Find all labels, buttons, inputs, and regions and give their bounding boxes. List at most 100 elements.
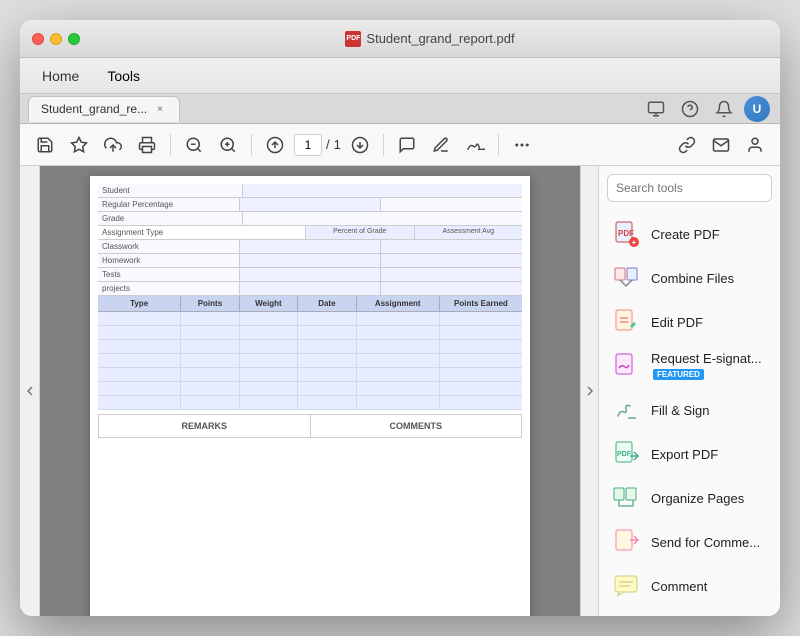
create-pdf-icon: PDF +	[611, 219, 641, 249]
col-points-earned: Points Earned	[440, 296, 522, 311]
comment-button[interactable]	[392, 130, 422, 160]
left-panel-toggle[interactable]	[20, 166, 40, 616]
right-panel-toggle[interactable]	[581, 166, 599, 616]
page-up-button[interactable]	[260, 130, 290, 160]
col-weight: Weight	[240, 296, 298, 311]
tests-label: Tests	[98, 268, 240, 281]
toolbar: / 1	[20, 124, 780, 166]
print-button[interactable]	[132, 130, 162, 160]
homework-label: Homework	[98, 254, 240, 267]
regular-pct-label: Regular Percentage	[98, 198, 240, 211]
fill-sign-label: Fill & Sign	[651, 403, 710, 418]
remarks-label: REMARKS	[99, 415, 311, 437]
link-button[interactable]	[672, 130, 702, 160]
user-button[interactable]	[740, 130, 770, 160]
pdf-homework-row: Homework	[98, 254, 522, 268]
nav-tools[interactable]: Tools	[93, 58, 154, 93]
tool-edit-pdf[interactable]: Edit PDF	[599, 300, 780, 344]
maximize-button[interactable]	[68, 33, 80, 45]
titlebar: PDF Student_grand_report.pdf	[20, 20, 780, 58]
fill-sign-icon	[611, 395, 641, 425]
tool-send-comment[interactable]: Send for Comme...	[599, 520, 780, 564]
search-tools-input[interactable]	[607, 174, 772, 202]
bookmark-button[interactable]	[64, 130, 94, 160]
page-down-button[interactable]	[345, 130, 375, 160]
page-counter: / 1	[294, 134, 341, 156]
pdf-content: Student Regular Percentage Grade	[98, 184, 522, 438]
share-icon-button[interactable]	[642, 95, 670, 123]
combine-icon	[611, 263, 641, 293]
featured-badge: FEATURED	[653, 369, 704, 380]
tool-request-esignature[interactable]: Request E-signat... FEATURED	[599, 344, 780, 388]
tool-combine-files[interactable]: Combine Files	[599, 256, 780, 300]
regular-pct-value	[240, 198, 382, 211]
pdf-regular-row: Regular Percentage	[98, 198, 522, 212]
tab-label: Student_grand_re...	[41, 102, 147, 116]
tool-fill-sign[interactable]: Fill & Sign	[599, 388, 780, 432]
comment-icon	[611, 571, 641, 601]
pdf-tests-row: Tests	[98, 268, 522, 282]
table-row	[98, 354, 522, 368]
share-button[interactable]	[98, 130, 128, 160]
table-row	[98, 326, 522, 340]
send-comment-icon	[611, 527, 641, 557]
student-value	[243, 184, 522, 197]
projects-label: projects	[98, 282, 240, 295]
create-pdf-label: Create PDF	[651, 227, 720, 242]
zoom-in-button[interactable]	[213, 130, 243, 160]
window-title: PDF Student_grand_report.pdf	[92, 31, 768, 47]
email-button[interactable]	[706, 130, 736, 160]
divider-2	[251, 134, 252, 156]
right-tools-panel: PDF + Create PDF	[580, 166, 780, 616]
table-row	[98, 312, 522, 326]
sign-button[interactable]	[460, 130, 490, 160]
pen-button[interactable]	[426, 130, 456, 160]
page-total: 1	[334, 137, 341, 152]
tab-close-button[interactable]: ×	[153, 102, 167, 116]
nav-home[interactable]: Home	[28, 58, 93, 93]
edit-pdf-icon	[611, 307, 641, 337]
pdf-student-row: Student	[98, 184, 522, 198]
app-window: PDF Student_grand_report.pdf Home Tools …	[20, 20, 780, 616]
col-date: Date	[298, 296, 356, 311]
zoom-out-button[interactable]	[179, 130, 209, 160]
more-button[interactable]	[507, 130, 537, 160]
export-pdf-label: Export PDF	[651, 447, 718, 462]
tabbar: Student_grand_re... ×	[20, 94, 780, 124]
save-button[interactable]	[30, 130, 60, 160]
pdf-page: Student Regular Percentage Grade	[90, 176, 530, 616]
bell-icon-button[interactable]	[710, 95, 738, 123]
percent-grade-label: Percent of Grade	[306, 226, 415, 239]
tab-document[interactable]: Student_grand_re... ×	[28, 96, 180, 122]
esign-label-wrap: Request E-signat... FEATURED	[651, 351, 768, 381]
organize-icon	[611, 483, 641, 513]
pdf-file-icon: PDF	[345, 31, 361, 47]
send-comment-label: Send for Comme...	[651, 535, 760, 550]
minimize-button[interactable]	[50, 33, 62, 45]
tool-organize-pages[interactable]: Organize Pages	[599, 476, 780, 520]
export-pdf-icon: PDF	[611, 439, 641, 469]
main-content: Student Regular Percentage Grade	[20, 166, 780, 616]
pdf-footer: REMARKS COMMENTS	[98, 414, 522, 438]
tool-comment[interactable]: Comment	[599, 564, 780, 608]
esign-label: Request E-signat... FEATURED	[651, 351, 768, 381]
divider-1	[170, 134, 171, 156]
assessment-avg-label: Assessment Avg	[415, 226, 523, 239]
pdf-viewer[interactable]: Student Regular Percentage Grade	[40, 166, 580, 616]
help-icon-button[interactable]	[676, 95, 704, 123]
tools-list: PDF + Create PDF	[599, 166, 780, 616]
tool-create-pdf[interactable]: PDF + Create PDF	[599, 212, 780, 256]
table-row	[98, 340, 522, 354]
col-assignment: Assignment	[357, 296, 440, 311]
assignment-type-label: Assignment Type	[98, 226, 306, 239]
esign-icon	[611, 351, 641, 381]
student-label: Student	[98, 184, 243, 197]
grade-label: Grade	[98, 212, 243, 225]
page-number-input[interactable]	[294, 134, 322, 156]
close-button[interactable]	[32, 33, 44, 45]
combine-files-label: Combine Files	[651, 271, 734, 286]
tool-export-pdf[interactable]: PDF Export PDF	[599, 432, 780, 476]
divider-3	[383, 134, 384, 156]
pdf-table-header: Type Points Weight Date Assignment Point…	[98, 296, 522, 312]
user-avatar[interactable]: U	[744, 96, 770, 122]
